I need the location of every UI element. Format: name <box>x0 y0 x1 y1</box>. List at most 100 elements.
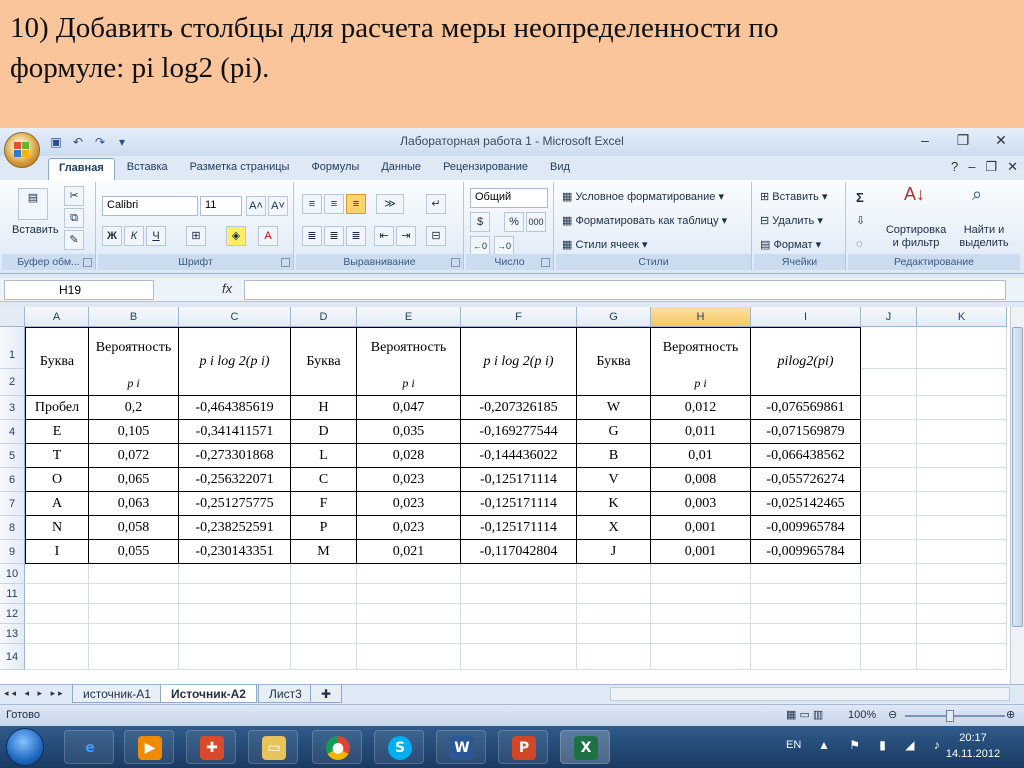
conditional-formatting-button[interactable]: ▦ Условное форматирование ▾ <box>562 190 724 203</box>
taskbar-app3[interactable]: ✚ <box>186 730 236 764</box>
spreadsheet-grid[interactable]: A B C D E F G H I J K 1 2 3 4 5 6 7 8 9 10 11 12 13 14 Буква Вероя… <box>0 307 1010 684</box>
empty-cell[interactable] <box>461 624 577 644</box>
tray-clock[interactable]: 20:17 14.11.2012 <box>938 730 1008 762</box>
empty-cell[interactable] <box>917 420 1007 444</box>
table-cell[interactable]: T <box>25 444 89 468</box>
name-box[interactable]: H19 <box>4 280 154 300</box>
row-header-9[interactable]: 9 <box>0 540 25 564</box>
table-cell[interactable]: 0,035 <box>357 420 461 444</box>
table-cell[interactable]: -0,273301868 <box>179 444 291 468</box>
empty-cell[interactable] <box>751 604 861 624</box>
align-middle-icon[interactable]: ≡ <box>324 194 344 214</box>
cut-icon[interactable]: ✂ <box>64 186 84 206</box>
format-cells-button[interactable]: ▤ Формат ▾ <box>760 238 821 251</box>
borders-icon[interactable]: ⊞ <box>186 226 206 246</box>
percent-button[interactable]: % <box>504 212 524 232</box>
table-cell[interactable]: 0,063 <box>89 492 179 516</box>
taskbar-skype[interactable]: S <box>374 730 424 764</box>
table-cell[interactable]: -0,076569861 <box>751 396 861 420</box>
empty-cell[interactable] <box>357 644 461 670</box>
empty-cell[interactable] <box>89 564 179 584</box>
empty-cell[interactable] <box>861 468 917 492</box>
empty-cell[interactable] <box>89 624 179 644</box>
empty-cell[interactable] <box>25 624 89 644</box>
table-cell[interactable]: -0,144436022 <box>461 444 577 468</box>
delete-cells-button[interactable]: ⊟ Удалить ▾ <box>760 214 823 227</box>
align-bottom-icon[interactable]: ≡ <box>346 194 366 214</box>
tab-home[interactable]: Главная <box>48 158 115 180</box>
sort-filter-button[interactable]: Сортировка и фильтр <box>884 224 948 250</box>
table-cell[interactable]: Пробел <box>25 396 89 420</box>
table-cell[interactable]: N <box>25 516 89 540</box>
table-cell[interactable]: -0,125171114 <box>461 492 577 516</box>
underline-button[interactable]: Ч <box>146 226 166 246</box>
decrease-indent-icon[interactable]: ⇤ <box>374 226 394 246</box>
insert-sheet-icon[interactable]: ✚ <box>310 685 343 703</box>
empty-cell[interactable] <box>861 492 917 516</box>
row-header-13[interactable]: 13 <box>0 624 25 644</box>
table-header-cell[interactable]: p i log 2(p i) <box>179 327 291 396</box>
cell-styles-button[interactable]: ▦ Стили ячеек ▾ <box>562 238 648 251</box>
row-header-14[interactable]: 14 <box>0 644 25 670</box>
empty-cell[interactable] <box>291 624 357 644</box>
function-icon[interactable]: fx <box>222 281 232 296</box>
table-header-cell[interactable]: Вероятность p i <box>651 327 751 396</box>
increase-indent-icon[interactable]: ⇥ <box>396 226 416 246</box>
align-right-icon[interactable]: ≣ <box>346 226 366 246</box>
empty-cell[interactable] <box>861 444 917 468</box>
table-cell[interactable]: 0,008 <box>651 468 751 492</box>
empty-cell[interactable] <box>25 584 89 604</box>
column-header-i[interactable]: I <box>751 307 861 327</box>
font-name-select[interactable]: Calibri <box>102 196 198 216</box>
column-header-j[interactable]: J <box>861 307 917 327</box>
empty-cell[interactable] <box>461 644 577 670</box>
table-cell[interactable]: C <box>291 468 357 492</box>
row-header-2[interactable]: 2 <box>0 369 25 396</box>
empty-cell[interactable] <box>917 468 1007 492</box>
empty-cell[interactable] <box>179 604 291 624</box>
table-cell[interactable]: 0,01 <box>651 444 751 468</box>
table-cell[interactable]: 0,055 <box>89 540 179 564</box>
table-cell[interactable]: 0,001 <box>651 516 751 540</box>
table-cell[interactable]: I <box>25 540 89 564</box>
view-buttons[interactable]: ▦ ▭ ▥ <box>786 708 823 721</box>
empty-cell[interactable] <box>751 644 861 670</box>
empty-cell[interactable] <box>461 584 577 604</box>
table-cell[interactable]: -0,071569879 <box>751 420 861 444</box>
table-cell[interactable]: -0,055726274 <box>751 468 861 492</box>
empty-cell[interactable] <box>861 420 917 444</box>
table-cell[interactable]: A <box>25 492 89 516</box>
doc-minimize-button[interactable]: – <box>968 159 975 175</box>
vertical-scroll-thumb[interactable] <box>1012 327 1023 627</box>
table-header-cell[interactable]: Вероятность p i <box>89 327 179 396</box>
zoom-slider-track[interactable] <box>905 715 1005 717</box>
empty-cell[interactable] <box>577 624 651 644</box>
insert-cells-button[interactable]: ⊞ Вставить ▾ <box>760 190 828 203</box>
column-header-g[interactable]: G <box>577 307 651 327</box>
empty-cell[interactable] <box>651 584 751 604</box>
empty-cell[interactable] <box>861 584 917 604</box>
merge-center-icon[interactable]: ⊟ <box>426 226 446 246</box>
table-cell[interactable]: -0,464385619 <box>179 396 291 420</box>
horizontal-scrollbar[interactable] <box>610 687 1010 701</box>
empty-cell[interactable] <box>357 604 461 624</box>
doc-close-button[interactable]: ✕ <box>1007 159 1018 175</box>
empty-cell[interactable] <box>179 644 291 670</box>
empty-cell[interactable] <box>751 584 861 604</box>
table-cell[interactable]: 0,012 <box>651 396 751 420</box>
bold-button[interactable]: Ж <box>102 226 122 246</box>
paste-icon[interactable]: ▤ <box>18 188 48 220</box>
empty-cell[interactable] <box>861 516 917 540</box>
empty-cell[interactable] <box>357 584 461 604</box>
tab-review[interactable]: Рецензирование <box>433 158 538 180</box>
number-format-select[interactable]: Общий <box>470 188 548 208</box>
empty-cell[interactable] <box>89 644 179 670</box>
table-cell[interactable]: -0,025142465 <box>751 492 861 516</box>
table-cell[interactable]: P <box>291 516 357 540</box>
column-header-b[interactable]: B <box>89 307 179 327</box>
empty-cell[interactable] <box>577 604 651 624</box>
table-cell[interactable]: -0,009965784 <box>751 516 861 540</box>
shrink-font-button[interactable]: A˅ <box>268 196 288 216</box>
empty-cell[interactable] <box>577 564 651 584</box>
empty-cell[interactable] <box>917 492 1007 516</box>
